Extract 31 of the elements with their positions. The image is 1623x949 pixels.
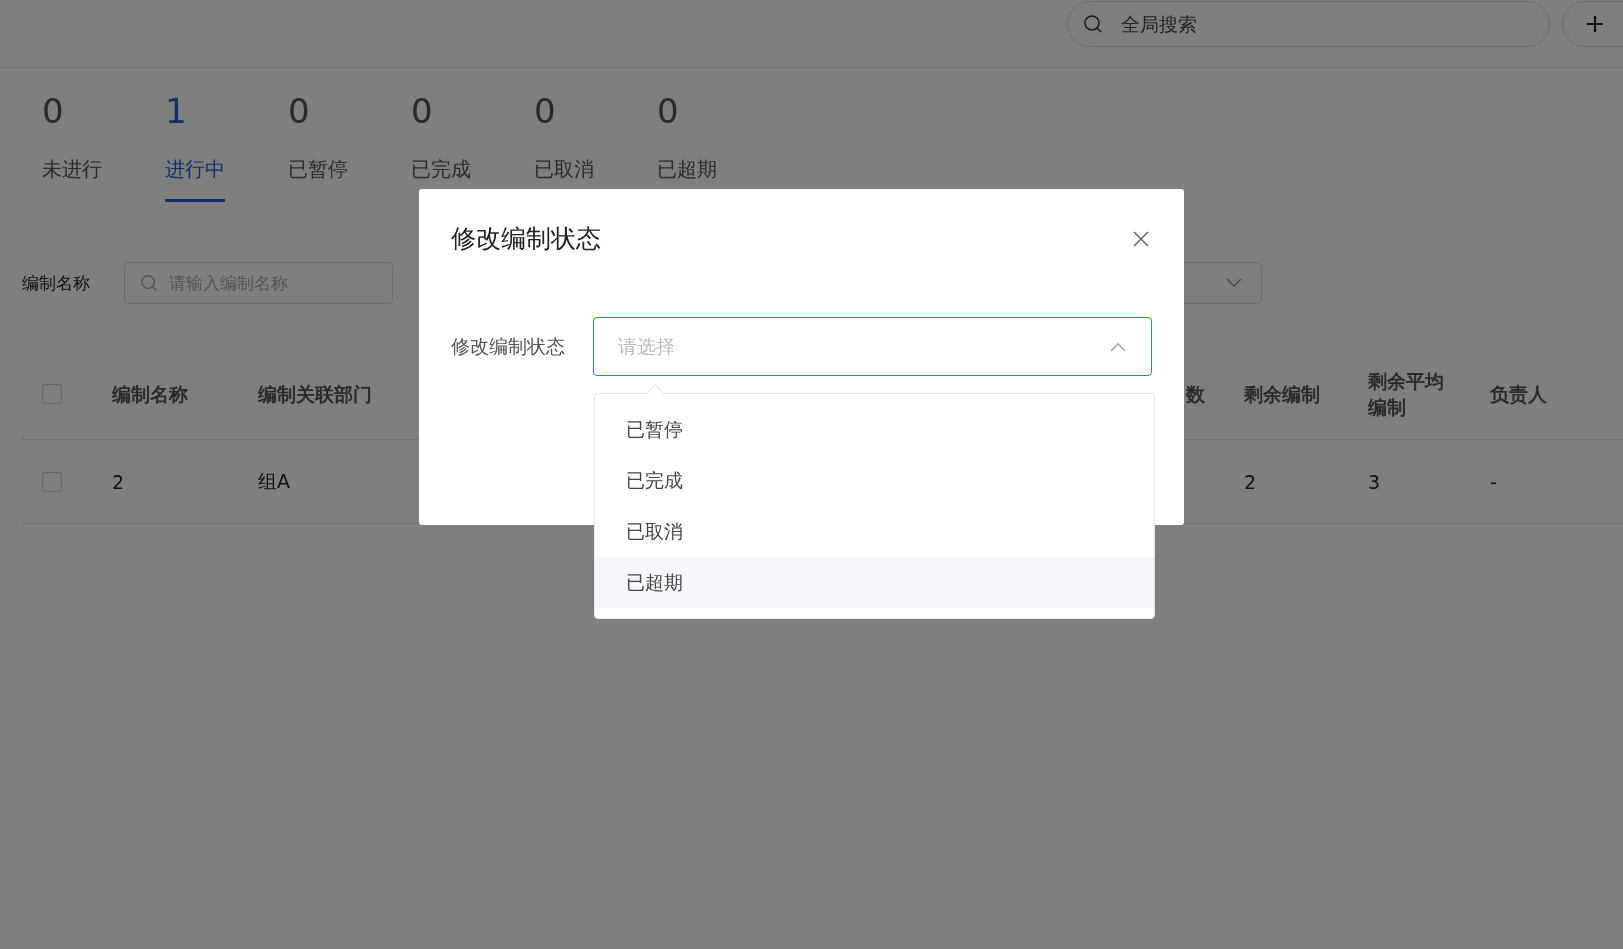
select-all-checkbox[interactable] [42, 384, 62, 405]
column-header: 负责人 [1490, 382, 1547, 408]
close-icon[interactable] [1132, 229, 1150, 248]
dropdown-option[interactable]: 已超期 [595, 557, 1154, 608]
global-search-field[interactable]: 全局搜索 [1067, 1, 1550, 47]
column-header: 剩余编制 [1244, 382, 1320, 408]
dropdown-option[interactable]: 已取消 [595, 506, 1154, 557]
dropdown-option[interactable]: 已完成 [595, 455, 1154, 506]
form-label: 修改编制状态 [451, 333, 566, 359]
search-icon [1083, 14, 1103, 34]
column-header: 数 [1186, 382, 1205, 408]
search-icon [140, 274, 158, 293]
table-cell: 3 [1368, 470, 1381, 493]
dropdown-option[interactable]: 已暂停 [595, 404, 1154, 455]
table-cell: 组A [258, 469, 290, 492]
table-cell: 2 [1244, 470, 1257, 493]
column-header: 剩余平均编制 [1368, 368, 1445, 421]
status-select[interactable]: 请选择 [592, 317, 1152, 376]
chevron-icon [1109, 340, 1127, 353]
column-header: 编制关联部门 [258, 382, 372, 408]
status-tab[interactable]: 1 进行中 [165, 93, 288, 211]
status-tab[interactable]: 0 已暂停 [288, 93, 411, 211]
chevron-down-icon [1225, 277, 1243, 290]
filter-label: 编制名称 [22, 271, 91, 295]
row-checkbox[interactable] [42, 471, 62, 492]
table-cell: - [1490, 470, 1497, 493]
column-header: 编制名称 [112, 382, 188, 408]
plus-icon [1585, 14, 1605, 34]
table-cell: 2 [112, 470, 125, 493]
status-tab[interactable]: 0 未进行 [42, 93, 165, 211]
dialog-title: 修改编制状态 [451, 223, 601, 255]
